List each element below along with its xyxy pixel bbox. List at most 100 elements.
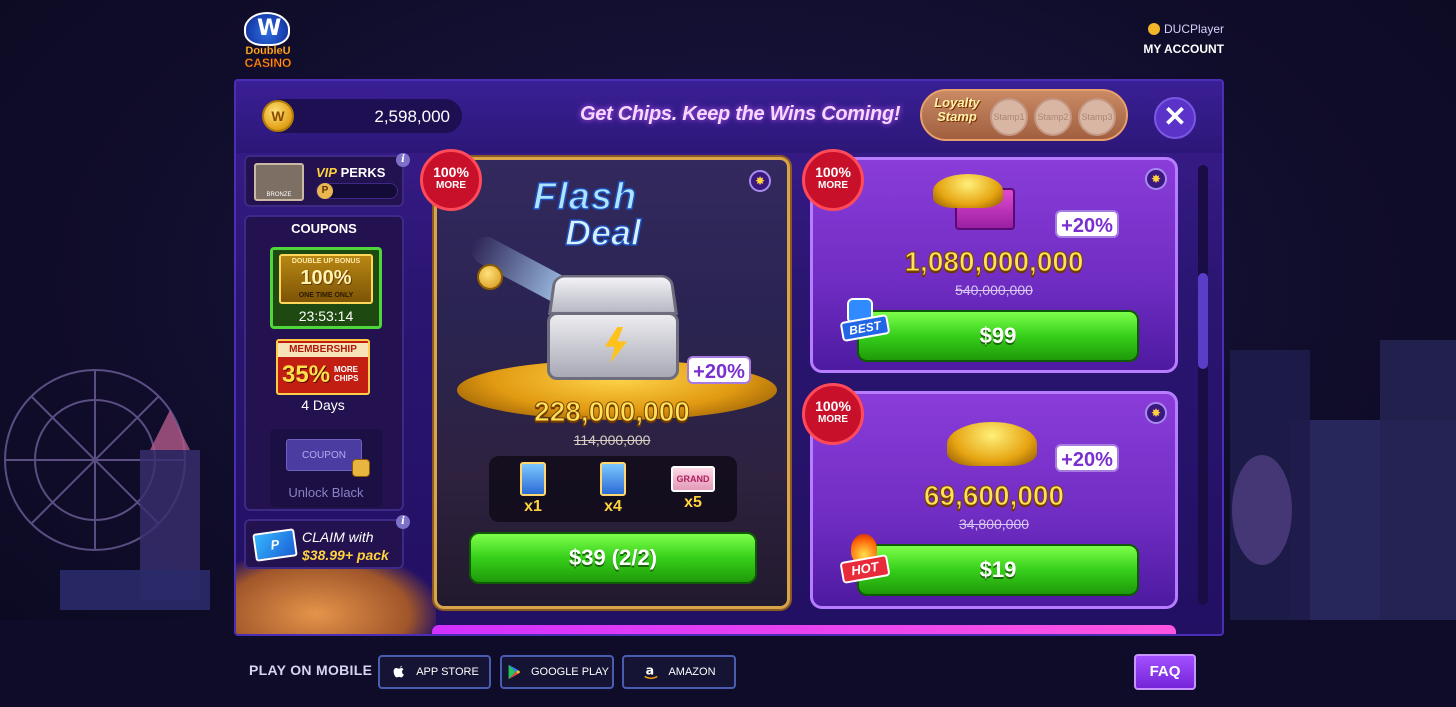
account-username[interactable]: DUCPlayer xyxy=(1164,22,1224,36)
coupons-title: COUPONS xyxy=(291,221,357,236)
loyalty-stamp-bar[interactable]: Loyalty Stamp Stamp1 Stamp2 Stamp3 xyxy=(920,89,1128,141)
item-ticket-2: x4 xyxy=(583,462,643,516)
vip-label: VIP xyxy=(316,165,337,180)
shop-header: W 2,598,000 Get Chips. Keep the Wins Com… xyxy=(236,81,1222,153)
chip-balance: W 2,598,000 xyxy=(262,99,462,133)
app-store-label: APP STORE xyxy=(416,666,479,678)
coupon-locked-black[interactable]: COUPON Unlock Black xyxy=(270,429,382,507)
hot-tag: HOT xyxy=(839,534,891,585)
flash-more-badge: 100% MORE xyxy=(420,149,482,211)
item-count: x5 xyxy=(684,494,702,511)
amazon-button[interactable]: a AMAZON xyxy=(622,655,736,689)
chest-lid xyxy=(547,274,679,315)
ticket-item-icon xyxy=(520,462,546,496)
faq-button[interactable]: FAQ xyxy=(1134,654,1196,690)
best-tag: BEST xyxy=(839,298,891,343)
flash-deal-old-amount: 114,000,000 xyxy=(573,432,651,448)
coupon-double-up[interactable]: DOUBLE UP BONUS 100% ONE TIME ONLY 23:53… xyxy=(270,247,382,329)
offers-scrollbar-thumb[interactable] xyxy=(1198,273,1208,369)
double-up-value: 100% xyxy=(300,267,352,289)
offer-bonus-badge: +20% xyxy=(1055,444,1119,472)
account-username-row[interactable]: DUCPlayer xyxy=(1143,22,1224,36)
vip-bronze-badge-icon: BRONZE xyxy=(254,163,304,201)
play-on-mobile-label: PLAY ON MOBILE xyxy=(249,662,373,678)
grand-item-icon: GRAND xyxy=(671,466,715,492)
offer-amount: 1,080,000,000 xyxy=(904,246,1084,278)
gift-bag-icon xyxy=(933,174,1019,230)
chest-body xyxy=(547,312,679,380)
double-up-ticket: DOUBLE UP BONUS 100% ONE TIME ONLY xyxy=(279,254,373,304)
comet-coin-icon xyxy=(477,264,503,290)
chip-coin-icon: W xyxy=(262,100,294,132)
more-badge-label: MORE xyxy=(818,414,848,425)
flash-deal-card[interactable]: Flash Deal +20% 228,000,000 114,000,000 … xyxy=(434,157,790,609)
more-badge-pct: 100% xyxy=(815,164,851,180)
offers-scrollbar[interactable] xyxy=(1198,165,1208,605)
treasure-chest-icon xyxy=(533,272,693,382)
doubleu-casino-logo[interactable]: W DoubleU CASINO xyxy=(240,12,296,70)
google-play-icon xyxy=(508,664,521,680)
offer-info-icon[interactable]: ✸ xyxy=(1145,402,1167,424)
offer-info-icon[interactable]: ✸ xyxy=(1145,168,1167,190)
claim-line1: CLAIM with xyxy=(302,529,374,545)
offer-buy-button-99[interactable]: $99 xyxy=(857,310,1139,362)
offer-old-amount: 540,000,000 xyxy=(955,282,1033,298)
app-store-button[interactable]: APP STORE xyxy=(378,655,491,689)
item-count: x4 xyxy=(604,498,622,515)
offer-buy-button-19[interactable]: $19 xyxy=(857,544,1139,596)
more-badge-label: MORE xyxy=(818,180,848,191)
user-coin-icon xyxy=(1147,23,1160,35)
coupon-timer: 23:53:14 xyxy=(298,308,354,324)
ticket-item-icon xyxy=(600,462,626,496)
google-play-button[interactable]: GOOGLE PLAY xyxy=(500,655,614,689)
gift-coins xyxy=(933,174,1003,208)
more-badge-label: MORE xyxy=(436,180,466,191)
offer-more-badge: 100% MORE xyxy=(802,149,864,211)
membership-ticket: MEMBERSHIP 35% MORE CHIPS xyxy=(276,339,370,395)
offer-card-19[interactable]: +20% 69,600,000 34,800,000 $19 HOT ✸ xyxy=(810,391,1178,609)
lightning-bolt-icon xyxy=(604,327,628,363)
vip-info-icon[interactable]: i xyxy=(396,153,410,167)
premium-card-icon: P xyxy=(252,528,298,562)
membership-more-chips: MORE CHIPS xyxy=(334,365,359,383)
stamp-slot-2: Stamp2 xyxy=(1034,98,1072,136)
flash-deal-items: x1 x4 GRAND x5 xyxy=(489,456,737,522)
flash-info-icon[interactable]: ✸ xyxy=(749,170,771,192)
account-menu[interactable]: DUCPlayer MY ACCOUNT xyxy=(1143,22,1224,56)
claim-info-icon[interactable]: i xyxy=(396,515,410,529)
coupon-membership[interactable]: MEMBERSHIP 35% MORE CHIPS 4 Days xyxy=(270,337,382,419)
flash-deal-amount: 228,000,000 xyxy=(534,396,691,428)
unlock-black-label: Unlock Black xyxy=(288,485,364,500)
perks-label: PERKS xyxy=(340,165,386,180)
next-offer-peek xyxy=(432,625,1176,634)
loyalty-stamp-label: Loyalty Stamp xyxy=(934,95,980,124)
flash-deal-buy-button[interactable]: $39 (2/2) xyxy=(469,532,757,584)
amazon-label: AMAZON xyxy=(668,666,716,678)
stamp-slot-3: Stamp3 xyxy=(1078,98,1116,136)
claim-pack-panel[interactable]: P CLAIM with $38.99+ pack i xyxy=(244,515,410,569)
stamp-slot-1: Stamp1 xyxy=(990,98,1028,136)
coin-stack-icon xyxy=(947,422,1037,466)
hot-tag-label: HOT xyxy=(839,553,891,585)
vip-perks-title: VIP PERKS xyxy=(316,165,385,180)
close-button[interactable]: ✕ xyxy=(1154,97,1196,139)
locked-coupon-ticket: COUPON xyxy=(286,439,362,471)
more-badge-pct: 100% xyxy=(433,164,469,180)
claim-line2: $38.99+ pack xyxy=(302,547,389,563)
coupons-panel: COUPONS DOUBLE UP BONUS 100% ONE TIME ON… xyxy=(244,215,404,511)
more-badge-pct: 100% xyxy=(815,398,851,414)
membership-days: 4 Days xyxy=(301,397,345,413)
double-up-note: ONE TIME ONLY xyxy=(298,292,354,299)
item-grand: GRAND x5 xyxy=(663,462,723,512)
vip-points-bar: P xyxy=(316,183,398,199)
vip-perks-panel[interactable]: BRONZE VIP PERKS P i xyxy=(244,153,410,207)
points-icon: P xyxy=(317,183,333,199)
offer-old-amount: 34,800,000 xyxy=(958,516,1030,532)
item-ticket-1: x1 xyxy=(503,462,563,516)
offer-card-99[interactable]: +20% 1,080,000,000 540,000,000 $99 BEST … xyxy=(810,157,1178,373)
my-account-link[interactable]: MY ACCOUNT xyxy=(1143,42,1224,56)
membership-value: 35% xyxy=(282,361,331,388)
amazon-icon: a xyxy=(644,663,659,680)
apple-icon xyxy=(393,665,405,678)
offer-bonus-badge: +20% xyxy=(1055,210,1119,238)
